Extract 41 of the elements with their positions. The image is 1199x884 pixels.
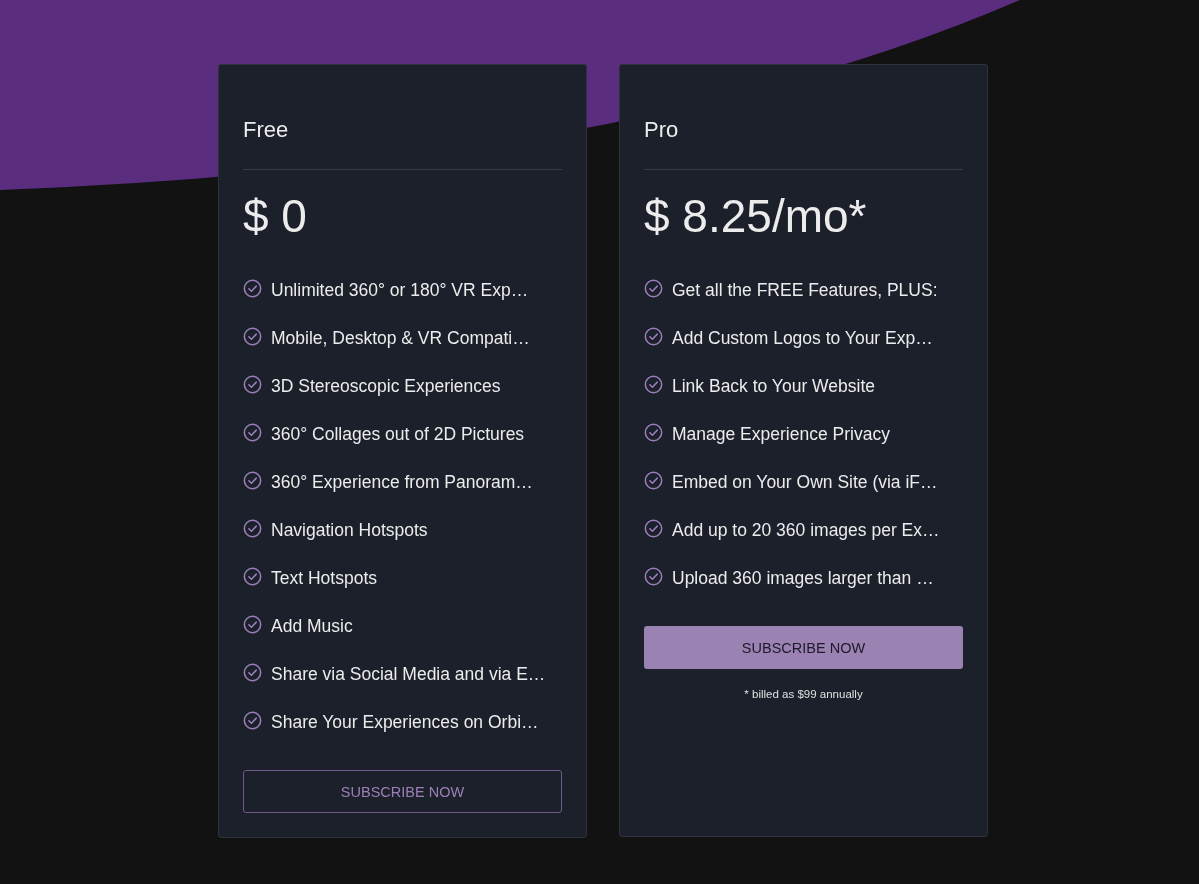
feature-text: 360° Experience from Panoram… (271, 471, 533, 493)
feature-text: 360° Collages out of 2D Pictures (271, 423, 525, 445)
check-circle-icon (243, 566, 262, 586)
feature-text: Add up to 20 360 images per Ex… (672, 519, 940, 541)
check-circle-icon (243, 326, 262, 346)
plan-name: Pro (644, 116, 680, 144)
check-circle-icon (243, 710, 262, 730)
plan-price: $ 0 (243, 189, 308, 244)
feature-text: Add Custom Logos to Your Exp… (672, 327, 933, 349)
check-circle-icon (243, 422, 262, 442)
check-circle-icon (243, 662, 262, 682)
check-circle-icon (644, 422, 663, 442)
feature-text: 3D Stereoscopic Experiences (271, 375, 501, 397)
check-circle-icon (644, 326, 663, 346)
check-circle-icon (243, 470, 262, 490)
billing-note: * billed as $99 annually (743, 688, 864, 700)
check-circle-icon (644, 518, 663, 538)
check-circle-icon (243, 278, 262, 298)
feature-text: Upload 360 images larger than … (672, 567, 934, 589)
check-circle-icon (243, 518, 262, 538)
feature-text: Get all the FREE Features, PLUS: (672, 279, 938, 301)
feature-text: Embed on Your Own Site (via iF… (672, 471, 938, 493)
plan-price: $ 8.25/mo* (644, 189, 868, 244)
feature-text: Navigation Hotspots (271, 519, 428, 541)
check-circle-icon (644, 374, 663, 394)
subscribe-button[interactable]: SUBSCRIBE NOW (644, 626, 963, 669)
feature-text: Unlimited 360° or 180° VR Exp… (271, 279, 529, 301)
check-circle-icon (243, 614, 262, 634)
subscribe-button[interactable]: SUBSCRIBE NOW (243, 770, 562, 813)
check-circle-icon (243, 374, 262, 394)
feature-text: Manage Experience Privacy (672, 423, 890, 445)
feature-text: Share Your Experiences on Orbi… (271, 711, 539, 733)
feature-text: Mobile, Desktop & VR Compati… (271, 327, 530, 349)
check-circle-icon (644, 566, 663, 586)
check-circle-icon (644, 278, 663, 298)
feature-text: Add Music (271, 615, 353, 637)
plan-name: Free (243, 116, 290, 144)
feature-text: Text Hotspots (271, 567, 378, 589)
feature-text: Link Back to Your Website (672, 375, 875, 397)
feature-text: Share via Social Media and via E… (271, 663, 546, 685)
check-circle-icon (644, 470, 663, 490)
